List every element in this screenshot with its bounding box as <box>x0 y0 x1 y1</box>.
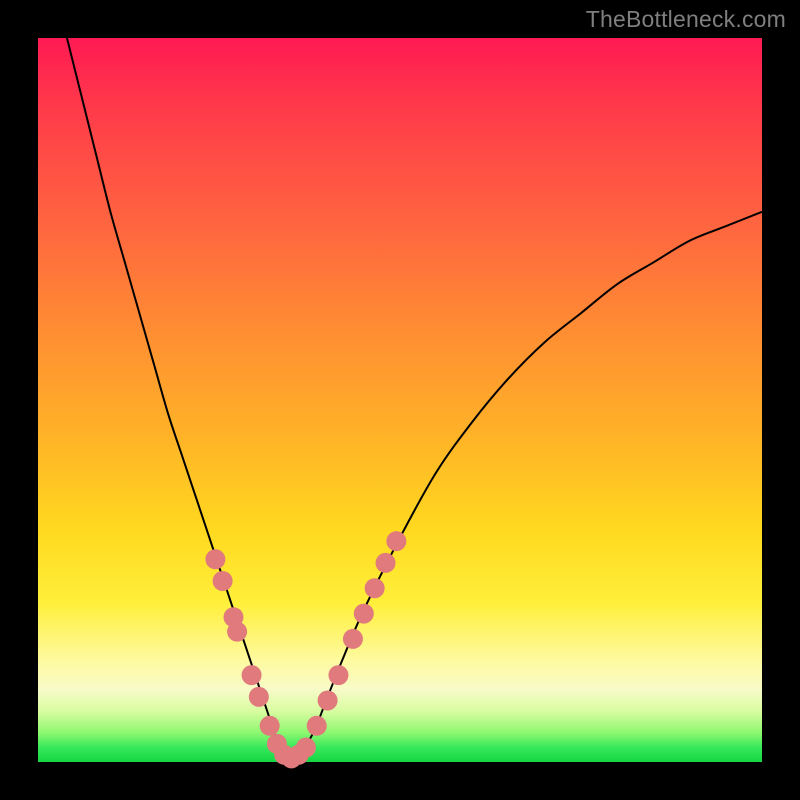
highlight-dot <box>343 629 363 649</box>
highlight-dot <box>227 622 247 642</box>
highlight-dot <box>386 531 406 551</box>
highlight-dot <box>376 553 396 573</box>
highlight-dot <box>213 571 233 591</box>
bottleneck-curve-path <box>67 38 762 762</box>
bottleneck-curve <box>67 38 762 762</box>
plot-area <box>38 38 762 762</box>
highlight-dot <box>296 738 316 758</box>
highlight-dots <box>205 531 406 768</box>
highlight-dot <box>318 690 338 710</box>
highlight-dot <box>249 687 269 707</box>
highlight-dot <box>328 665 348 685</box>
watermark-text: TheBottleneck.com <box>586 6 786 33</box>
highlight-dot <box>205 549 225 569</box>
highlight-dot <box>260 716 280 736</box>
curve-svg <box>38 38 762 762</box>
highlight-dot <box>354 604 374 624</box>
highlight-dot <box>365 578 385 598</box>
chart-frame: TheBottleneck.com <box>0 0 800 800</box>
highlight-dot <box>242 665 262 685</box>
highlight-dot <box>307 716 327 736</box>
